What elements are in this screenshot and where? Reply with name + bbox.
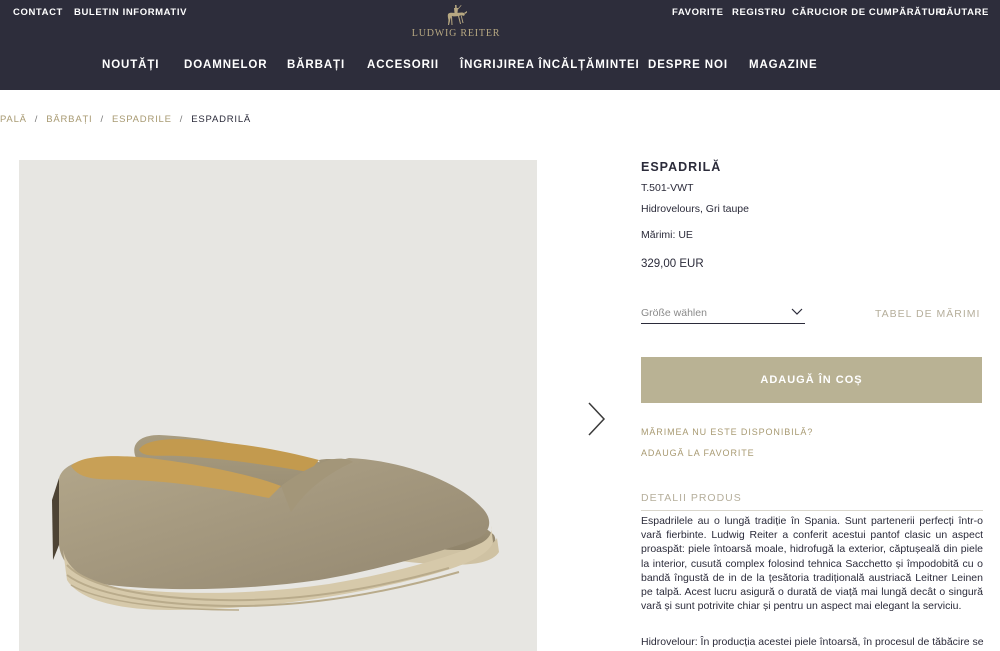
next-image-button[interactable] — [582, 400, 612, 438]
product-title: ESPADRILĂ — [641, 160, 722, 174]
breadcrumb-separator: / — [34, 114, 39, 125]
breadcrumb-espadrile[interactable]: ESPADRILE — [112, 114, 172, 125]
nav-accesorii[interactable]: ACCESORII — [367, 59, 439, 71]
size-select-placeholder: Größe wählen — [641, 307, 707, 319]
divider — [641, 510, 983, 511]
espadrille-shoes-image — [52, 435, 499, 611]
newsletter-link[interactable]: BULETIN INFORMATIV — [74, 7, 187, 18]
search-link[interactable]: CĂUTARE — [939, 7, 989, 18]
product-sizes: Mărimi: UE — [641, 229, 693, 241]
product-description-2: Hidrovelour: În producția acestei piele … — [641, 636, 984, 648]
breadcrumb-barbati[interactable]: BĂRBAȚI — [46, 114, 92, 125]
size-select[interactable]: Größe wählen — [641, 303, 805, 324]
nav-ingrijirea[interactable]: ÎNGRIJIREA ÎNCĂLȚĂMINTEI — [460, 59, 640, 71]
product-description: Espadrilele au o lungă tradiție în Spani… — [641, 515, 983, 613]
product-price: 329,00 EUR — [641, 258, 704, 270]
chevron-down-icon — [791, 308, 803, 315]
chevron-right-icon — [588, 402, 606, 436]
breadcrumb: PALĂ / BĂRBAȚI / ESPADRILE / ESPADRILĂ — [0, 114, 251, 125]
nav-barbati[interactable]: BĂRBAȚI — [287, 59, 345, 71]
nav-despre-noi[interactable]: DESPRE NOI — [648, 59, 728, 71]
product-material: Hidrovelours, Gri taupe — [641, 203, 749, 215]
breadcrumb-separator: / — [100, 114, 104, 125]
size-unavailable-link[interactable]: MĂRIMEA NU ESTE DISPONIBILĂ? — [641, 427, 813, 437]
breadcrumb-home[interactable]: PALĂ — [0, 114, 27, 125]
brand-logo[interactable]: LUDWIG REITER — [410, 4, 502, 46]
contact-link[interactable]: CONTACT — [13, 7, 63, 18]
product-sku: T.501-VWT — [641, 182, 694, 194]
nav-noutati[interactable]: NOUTĂȚI — [102, 59, 159, 71]
register-link[interactable]: REGISTRU — [732, 7, 786, 18]
nav-doamnelor[interactable]: DOAMNELOR — [184, 59, 268, 71]
horse-rider-icon — [447, 5, 467, 25]
breadcrumb-current: ESPADRILĂ — [191, 114, 252, 125]
product-details-heading[interactable]: DETALII PRODUS — [641, 492, 742, 504]
add-favorite-link[interactable]: ADAUGĂ LA FAVORITE — [641, 448, 755, 458]
nav-magazine[interactable]: MAGAZINE — [749, 59, 818, 71]
size-table-link[interactable]: TABEL DE MĂRIMI — [875, 308, 980, 320]
breadcrumb-separator: / — [179, 114, 184, 125]
product-image[interactable] — [19, 160, 537, 651]
logo-text: LUDWIG REITER — [411, 28, 501, 39]
favorites-link[interactable]: FAVORITE — [672, 7, 724, 18]
site-header: CONTACT BULETIN INFORMATIV LUDWIG REITER… — [0, 0, 1000, 90]
cart-link[interactable]: CĂRUCIOR DE CUMPĂRĂTURI — [792, 7, 946, 18]
add-to-cart-button[interactable]: ADAUGĂ ÎN COȘ — [641, 357, 982, 403]
